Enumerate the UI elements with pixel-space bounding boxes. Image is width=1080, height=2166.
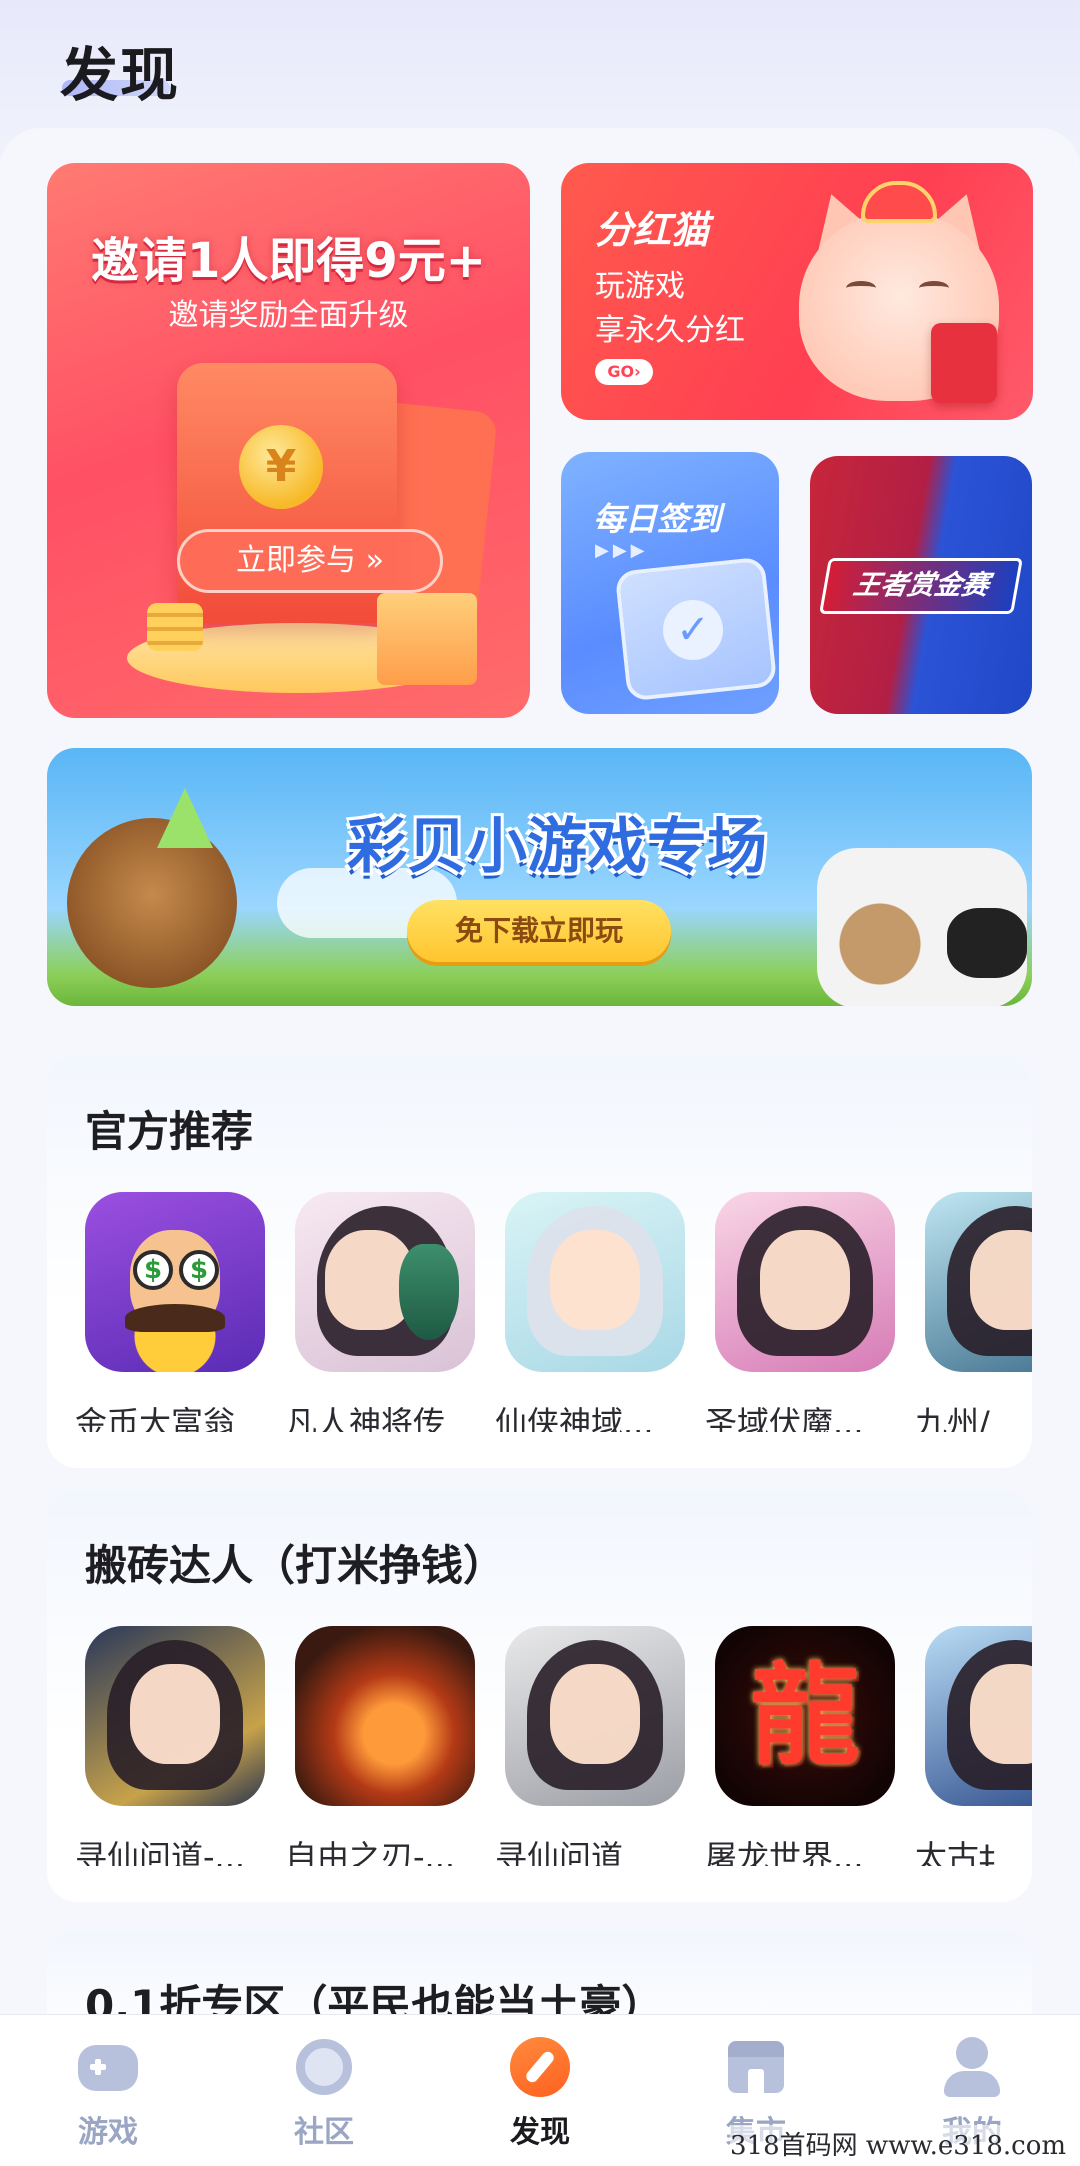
caibei-title: 彩贝小游戏专场: [347, 812, 767, 882]
portrait-face: [130, 1664, 220, 1764]
coin-stack-icon: [147, 603, 203, 651]
user-icon: [942, 2037, 1002, 2097]
game-row[interactable]: 寻仙问道-... 自由之刃-... 寻仙问道 龍 屠龙世界... 太古‡: [47, 1626, 1032, 1866]
game-icon[interactable]: $ $: [85, 1192, 265, 1372]
invite-banner[interactable]: 邀请1人即得9元+ 邀请奖励全面升级 ¥ 立即参与 »: [47, 163, 530, 718]
dollar-eye-icon: $: [133, 1250, 173, 1290]
section-title: 官方推荐: [85, 1107, 254, 1156]
kings-tournament-banner[interactable]: 王者赏金赛: [810, 456, 1032, 714]
tab-community[interactable]: 社区: [216, 2015, 432, 2166]
game-icon[interactable]: [505, 1626, 685, 1806]
cat-eye-left: [846, 281, 876, 295]
watermark: 318首码网 www.e318.com: [730, 2125, 1066, 2162]
game-icon[interactable]: 龍: [715, 1626, 895, 1806]
portrait-face: [760, 1230, 850, 1330]
gift-box-icon: [377, 593, 477, 685]
page-title: 发现: [60, 41, 181, 109]
compass-icon: [510, 2037, 570, 2097]
dividend-cat-banner[interactable]: 分红猫 玩游戏 享永久分红 GO›: [561, 163, 1033, 420]
store-icon: [726, 2037, 786, 2097]
dividend-cat-line2: 享永久分红: [595, 313, 745, 348]
party-hat-illustration: [157, 788, 213, 848]
portrait-face: [970, 1230, 1032, 1330]
game-icon[interactable]: [295, 1626, 475, 1806]
game-icon[interactable]: [715, 1192, 895, 1372]
tab-label: 发现: [510, 2115, 570, 2150]
dragon-glyph-icon: 龍: [750, 1651, 860, 1780]
dollar-eye-icon: $: [179, 1250, 219, 1290]
tab-discover[interactable]: 发现: [432, 2015, 648, 2166]
game-name: 寻仙问道: [495, 1838, 624, 1866]
portrait-face: [970, 1664, 1032, 1764]
brick-earner-section: 搬砖达人（打米挣钱） 寻仙问道-... 自由之刃-... 寻仙问道 龍 屠龙世界…: [47, 1490, 1032, 1902]
caibei-minigames-banner[interactable]: 彩贝小游戏专场 免下载立即玩: [47, 748, 1032, 1006]
play-now-button[interactable]: 免下载立即玩: [407, 900, 671, 962]
game-icon[interactable]: [925, 1192, 1032, 1372]
daily-checkin-banner[interactable]: 每日签到 ▶▶▶ ✓: [561, 452, 779, 714]
dividend-cat-line1: 玩游戏: [595, 269, 685, 304]
yuan-coin-icon: ¥: [239, 425, 323, 509]
discover-page: 发现 邀请1人即得9元+ 邀请奖励全面升级 ¥ 立即参与 » 分红猫 玩游戏 享…: [0, 0, 1080, 2166]
checkmark-icon: ✓: [663, 600, 723, 660]
game-row[interactable]: $ $ 金币大富翁 凡人神将传 仙侠神域... 圣域伏魔... 九州/: [47, 1192, 1032, 1432]
game-name: 寻仙问道-...: [75, 1838, 246, 1866]
community-icon: [294, 2037, 354, 2097]
game-name: 自由之刃-...: [285, 1838, 456, 1866]
tab-games[interactable]: 游戏: [0, 2015, 216, 2166]
tab-label: 社区: [294, 2115, 354, 2150]
game-name: 凡人神将传: [285, 1404, 446, 1432]
kings-tournament-title: 王者赏金赛: [819, 558, 1023, 614]
game-icon[interactable]: [505, 1192, 685, 1372]
cat-eye-right: [919, 281, 949, 295]
mustache: [125, 1304, 225, 1332]
dividend-cat-title: 分红猫: [595, 208, 710, 252]
game-name: 九州/: [915, 1404, 990, 1432]
game-icon[interactable]: [925, 1626, 1032, 1806]
game-name: 太古‡: [915, 1838, 996, 1866]
official-recommend-section: 官方推荐 $ $ 金币大富翁 凡人神将传 仙侠神域... 圣域伏魔... 九州/: [47, 1056, 1032, 1468]
game-name: 金币大富翁: [75, 1404, 236, 1432]
game-name: 屠龙世界...: [705, 1838, 864, 1866]
portrait-face: [550, 1664, 640, 1764]
cow-spot: [947, 908, 1027, 978]
invite-title: 邀请1人即得9元+: [90, 233, 487, 289]
game-icon[interactable]: [295, 1192, 475, 1372]
tab-label: 游戏: [78, 2115, 138, 2150]
daily-checkin-title: 每日签到: [593, 500, 722, 538]
section-title: 搬砖达人（打米挣钱）: [85, 1541, 506, 1590]
portrait-face: [550, 1230, 640, 1330]
game-name: 仙侠神域...: [495, 1404, 654, 1432]
red-packet-icon: [931, 323, 997, 403]
gamepad-icon: [78, 2037, 138, 2097]
go-button[interactable]: GO›: [595, 359, 653, 385]
cat-hat: [861, 181, 937, 223]
join-now-button[interactable]: 立即参与 »: [177, 529, 443, 593]
game-icon[interactable]: [85, 1626, 265, 1806]
invite-subtitle: 邀请奖励全面升级: [168, 298, 409, 333]
arrows-icon: ▶▶▶: [595, 540, 649, 561]
game-name: 圣域伏魔...: [705, 1404, 864, 1432]
green-mask: [399, 1244, 459, 1340]
